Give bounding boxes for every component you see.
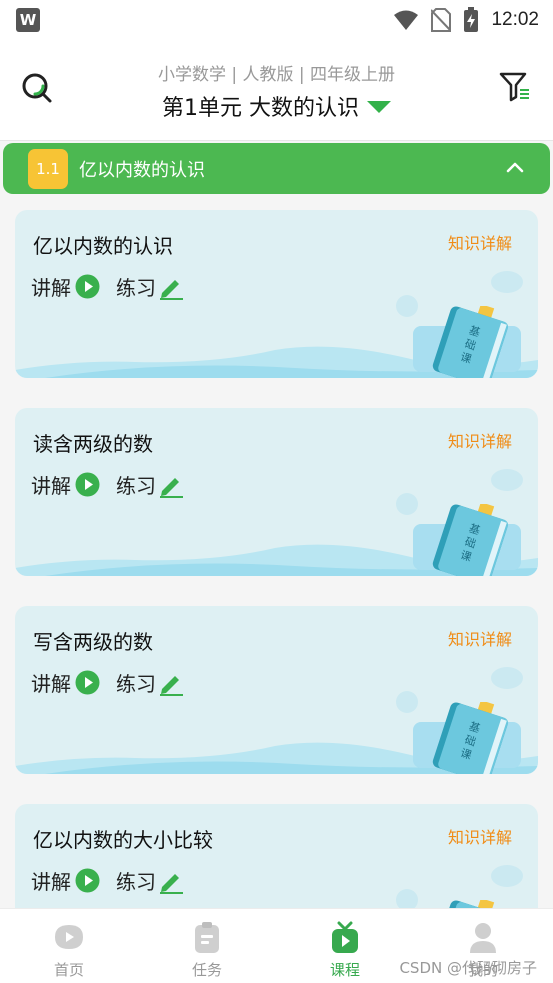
play-icon[interactable] bbox=[75, 868, 100, 893]
section-title: 亿以内数的认识 bbox=[79, 159, 205, 181]
watermark: CSDN @代码砌房子 bbox=[399, 959, 537, 977]
knowledge-detail-link[interactable]: 知识详解 bbox=[448, 230, 512, 254]
course-tv-icon bbox=[332, 921, 358, 953]
play-icon[interactable] bbox=[75, 274, 100, 299]
task-clipboard-icon bbox=[195, 922, 219, 953]
course-subtitle: 小学数学 | 人教版 | 四年级上册 bbox=[157, 65, 396, 85]
basic-course-book-icon: 基础课 bbox=[432, 504, 509, 576]
basic-course-book-icon: 基础课 bbox=[432, 306, 509, 378]
practice-label[interactable]: 练习 bbox=[116, 272, 156, 301]
lesson-title: 亿以内数的认识 bbox=[33, 234, 173, 258]
chevron-up-icon[interactable] bbox=[506, 160, 524, 174]
knowledge-detail-link[interactable]: 知识详解 bbox=[448, 626, 512, 650]
knowledge-detail-link[interactable]: 知识详解 bbox=[448, 824, 512, 848]
home-play-icon bbox=[55, 925, 83, 949]
section-header[interactable]: 1.1 亿以内数的认识 bbox=[3, 143, 550, 194]
practice-label[interactable]: 练习 bbox=[116, 470, 156, 499]
wifi-icon bbox=[394, 10, 419, 30]
nav-home[interactable]: 首页 bbox=[29, 909, 109, 983]
nav-home-label: 首页 bbox=[53, 961, 84, 979]
pencil-icon[interactable] bbox=[158, 868, 184, 894]
battery-charging-icon bbox=[464, 7, 479, 32]
play-icon[interactable] bbox=[75, 670, 100, 695]
nav-courses[interactable]: 课程 bbox=[305, 909, 385, 983]
nav-courses-label: 课程 bbox=[329, 961, 360, 979]
lesson-title: 读含两级的数 bbox=[33, 432, 153, 456]
nav-tasks-label: 任务 bbox=[191, 961, 222, 979]
course-header: 小学数学 | 人教版 | 四年级上册 第1单元 大数的认识 bbox=[0, 40, 553, 141]
lesson-title: 亿以内数的大小比较 bbox=[33, 828, 213, 852]
explain-label[interactable]: 讲解 bbox=[31, 470, 71, 499]
pencil-icon[interactable] bbox=[158, 472, 184, 498]
lesson-card[interactable]: 基础课 读含两级的数 知识详解 讲解 练习 bbox=[15, 408, 538, 576]
explain-label[interactable]: 讲解 bbox=[31, 668, 71, 697]
practice-label[interactable]: 练习 bbox=[116, 668, 156, 697]
unit-selector[interactable]: 第1单元 大数的认识 bbox=[0, 90, 553, 122]
lesson-card[interactable]: 基础课 写含两级的数 知识详解 讲解 练习 bbox=[15, 606, 538, 774]
pencil-icon[interactable] bbox=[158, 274, 184, 300]
explain-label[interactable]: 讲解 bbox=[31, 272, 71, 301]
status-time: 12:02 bbox=[491, 9, 539, 30]
knowledge-detail-link[interactable]: 知识详解 bbox=[448, 428, 512, 452]
dropdown-caret-icon bbox=[367, 101, 391, 113]
app-notification-icon: W bbox=[16, 8, 40, 32]
lesson-title: 写含两级的数 bbox=[33, 630, 153, 654]
explain-label[interactable]: 讲解 bbox=[31, 866, 71, 895]
unit-title: 第1单元 大数的认识 bbox=[162, 96, 359, 121]
profile-icon bbox=[470, 923, 496, 953]
section-number-badge: 1.1 bbox=[28, 148, 68, 189]
filter-icon[interactable] bbox=[498, 70, 532, 104]
no-sim-icon bbox=[431, 8, 452, 32]
play-icon[interactable] bbox=[75, 472, 100, 497]
practice-label[interactable]: 练习 bbox=[116, 866, 156, 895]
basic-course-book-icon: 基础课 bbox=[432, 702, 509, 774]
pencil-icon[interactable] bbox=[158, 670, 184, 696]
nav-tasks[interactable]: 任务 bbox=[167, 909, 247, 983]
status-bar: W 12:02 bbox=[0, 0, 553, 40]
lesson-card[interactable]: 基础课 亿以内数的认识 知识详解 讲解 练习 bbox=[15, 210, 538, 378]
